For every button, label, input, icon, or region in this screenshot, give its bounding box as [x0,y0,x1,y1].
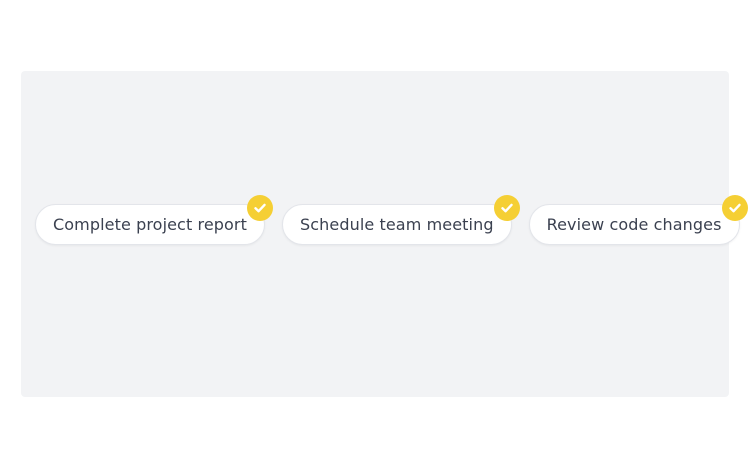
check-icon [493,195,520,221]
task-chip[interactable]: Schedule team meeting [281,195,520,245]
check-icon [721,195,748,221]
task-chip[interactable]: Complete project report [35,195,273,245]
task-panel: Complete project report Schedule team me… [21,71,748,397]
task-chip-list: Complete project report Schedule team me… [35,195,748,245]
check-icon [246,195,273,221]
task-chip-label: Complete project report [53,215,247,234]
task-chip[interactable]: Review code changes [528,195,748,245]
task-chip-label: Review code changes [546,215,722,234]
task-chip-label: Schedule team meeting [299,215,494,234]
